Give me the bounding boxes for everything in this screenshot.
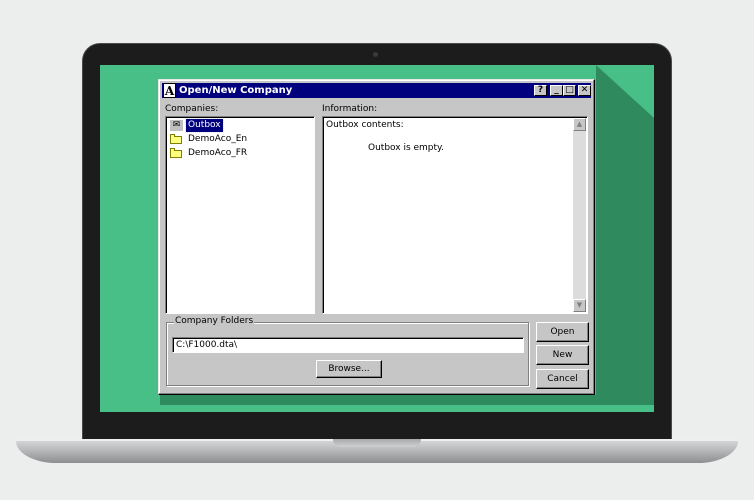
new-button[interactable]: New [536, 345, 589, 365]
open-button[interactable]: Open [536, 322, 589, 342]
outbox-icon: ✉ [170, 120, 183, 131]
tree-item-label: Outbox [185, 118, 224, 133]
minimize-button[interactable]: _ [550, 85, 563, 96]
company-folder-path-field[interactable]: C:\F1000.dta\ [172, 337, 524, 353]
open-new-company-dialog: A Open/New Company ? _ □ ✕ Companies: ✉ … [158, 79, 595, 395]
app-logo-icon: A [163, 83, 176, 98]
companies-tree[interactable]: ✉ Outbox DemoAco_En DemoAco_FR [165, 116, 315, 314]
title-bar[interactable]: A Open/New Company ? _ □ ✕ [162, 83, 591, 98]
close-button[interactable]: ✕ [578, 85, 591, 96]
company-folders-label: Company Folders [174, 316, 255, 326]
laptop-screen: A Open/New Company ? _ □ ✕ Companies: ✉ … [100, 65, 654, 412]
companies-label: Companies: [165, 104, 219, 114]
dialog-title: Open/New Company [179, 85, 293, 96]
laptop-base-notch [333, 439, 421, 447]
information-label: Information: [322, 104, 378, 114]
outbox-empty-message: Outbox is empty. [368, 143, 444, 153]
camera-icon [373, 52, 378, 57]
tree-item-label: DemoAco_En [188, 134, 248, 144]
scroll-up-icon[interactable]: ▲ [573, 118, 586, 131]
information-pane[interactable]: Outbox contents: Outbox is empty. ▲ ▼ [322, 116, 588, 314]
help-button[interactable]: ? [534, 85, 547, 96]
folder-icon [170, 134, 182, 144]
maximize-button[interactable]: □ [563, 85, 576, 96]
outbox-contents-heading: Outbox contents: [326, 120, 404, 130]
tree-item-label: DemoAco_FR [188, 148, 248, 158]
information-scrollbar[interactable]: ▲ ▼ [573, 118, 586, 312]
browse-button[interactable]: Browse... [316, 360, 382, 378]
scroll-down-icon[interactable]: ▼ [573, 299, 586, 312]
cancel-button[interactable]: Cancel [536, 369, 589, 389]
folder-icon [170, 148, 182, 158]
company-folders-group: Company Folders C:\F1000.dta\ Browse... [166, 316, 529, 386]
